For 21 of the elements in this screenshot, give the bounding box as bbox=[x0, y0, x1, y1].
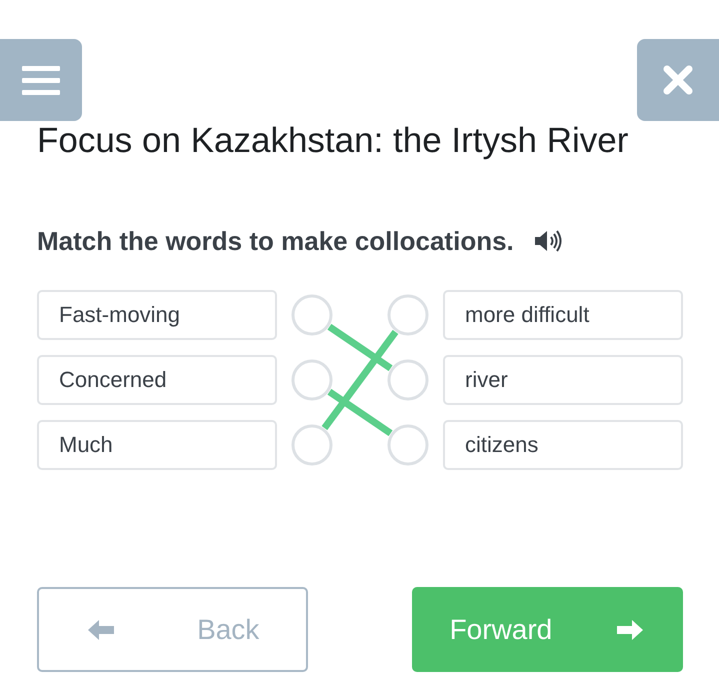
connector-dot[interactable] bbox=[388, 294, 428, 336]
arrow-right-icon bbox=[615, 618, 646, 642]
word-card[interactable]: river bbox=[443, 355, 683, 405]
lesson-title: Focus on Kazakhstan: the Irtysh River bbox=[37, 121, 630, 161]
menu-button[interactable] bbox=[0, 39, 82, 121]
arrow-left-icon bbox=[86, 618, 116, 642]
close-icon bbox=[662, 64, 694, 96]
close-button[interactable] bbox=[637, 39, 719, 121]
connector-dot[interactable] bbox=[292, 360, 332, 400]
word-card[interactable]: citizens bbox=[443, 420, 683, 470]
connector-dot[interactable] bbox=[292, 294, 332, 336]
speaker-icon[interactable] bbox=[534, 230, 562, 252]
connector-dot[interactable] bbox=[388, 424, 428, 466]
word-card[interactable]: Fast-moving bbox=[37, 290, 277, 340]
word-card[interactable]: Concerned bbox=[37, 355, 277, 405]
word-card[interactable]: Much bbox=[37, 420, 277, 470]
menu-icon bbox=[22, 64, 60, 96]
word-card[interactable]: more difficult bbox=[443, 290, 683, 340]
connector-dot[interactable] bbox=[388, 360, 428, 400]
connector-dot[interactable] bbox=[292, 424, 332, 466]
instruction-text: Match the words to make collocations. bbox=[37, 226, 514, 256]
